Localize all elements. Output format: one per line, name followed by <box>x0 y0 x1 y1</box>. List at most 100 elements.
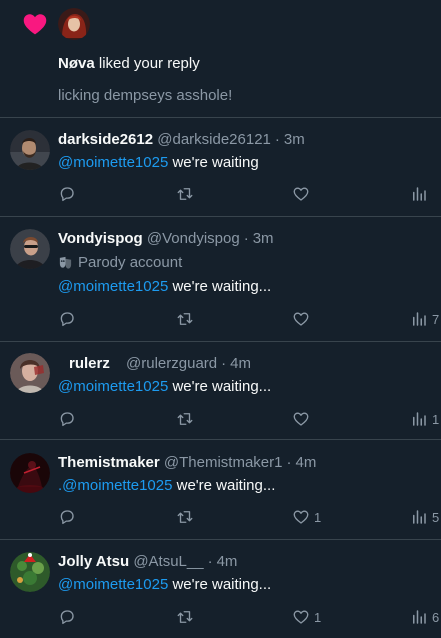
retweet-icon <box>177 313 193 325</box>
mention-link[interactable]: @moimette1025 <box>58 154 168 171</box>
tweet-actions: 1 6 <box>0 608 441 628</box>
avatar[interactable] <box>10 130 50 170</box>
handle[interactable]: @AtsuL__ <box>133 553 203 570</box>
view-count: 5 <box>432 509 440 525</box>
views-icon <box>413 312 426 326</box>
display-name[interactable]: darkside2612 <box>58 131 153 148</box>
tweet-actions: 1 <box>0 410 441 430</box>
tweet-text: @moimette1025 we're waiting... <box>58 378 271 395</box>
avatar[interactable] <box>10 353 50 393</box>
tweet-text: @moimette1025 we're waiting... <box>58 278 271 295</box>
views-button[interactable] <box>410 185 432 203</box>
handle[interactable]: @Themistmaker1 <box>164 454 283 471</box>
tweet-body-text: we're waiting... <box>168 378 272 395</box>
handle[interactable]: @darkside26121 <box>157 131 271 148</box>
handle[interactable]: @rulerzguard <box>126 355 217 372</box>
like-notification[interactable]: Nøva liked your reply licking dempseys a… <box>0 0 441 118</box>
tweet-text: .@moimette1025 we're waiting... <box>58 477 275 494</box>
avatar[interactable] <box>10 229 50 269</box>
tweet-text: @moimette1025 we're waiting <box>58 154 259 171</box>
views-icon <box>413 187 426 201</box>
liker-avatar[interactable] <box>58 8 90 40</box>
view-count: 7 <box>432 311 440 327</box>
views-button[interactable]: 1 <box>410 410 439 428</box>
timestamp[interactable]: 3m <box>284 131 305 148</box>
tweet-header: Themistmaker @Themistmaker1 · 4m <box>58 454 316 471</box>
reply-icon <box>60 312 74 327</box>
liked-text: liked your reply <box>94 55 200 72</box>
display-name[interactable]: Jolly Atsu <box>58 553 129 570</box>
like-icon <box>293 312 309 326</box>
reply-icon <box>60 510 74 525</box>
reply-button[interactable] <box>58 185 76 203</box>
tweet[interactable]: Jolly Atsu @AtsuL__ · 4m @moimette1025 we'… <box>0 540 441 638</box>
like-icon <box>293 412 309 426</box>
tweet[interactable]: rulerz @rulerzguard · 4m @moimette1025 we'… <box>0 342 441 440</box>
reply-icon <box>60 412 74 427</box>
timestamp[interactable]: 4m <box>230 355 251 372</box>
display-name[interactable]: rulerz <box>69 355 110 372</box>
retweet-icon <box>177 511 193 523</box>
like-count: 1 <box>314 609 322 625</box>
like-button[interactable]: 1 <box>292 508 321 526</box>
retweet-button[interactable] <box>176 310 194 328</box>
tweet-body-text: we're waiting... <box>168 576 272 593</box>
retweet-icon <box>177 188 193 200</box>
timestamp[interactable]: 4m <box>217 553 238 570</box>
views-icon <box>413 610 426 624</box>
mention-link[interactable]: @moimette1025 <box>58 278 168 295</box>
parody-text: Parody account <box>78 254 183 271</box>
handle[interactable]: @Vondyispog <box>147 230 240 247</box>
liker-name[interactable]: Nøva <box>58 55 95 72</box>
like-button[interactable] <box>292 310 314 328</box>
display-name[interactable]: Vondyispog <box>58 230 143 247</box>
tweet[interactable]: darkside2612 @darkside26121 · 3m @moimette… <box>0 118 441 217</box>
retweet-button[interactable] <box>176 410 194 428</box>
retweet-button[interactable] <box>176 608 194 626</box>
retweet-button[interactable] <box>176 508 194 526</box>
like-button[interactable]: 1 <box>292 608 321 626</box>
avatar[interactable] <box>10 552 50 592</box>
tweet-header: rulerz @rulerzguard · 4m <box>58 355 251 372</box>
timestamp[interactable]: 3m <box>253 230 274 247</box>
reply-button[interactable] <box>58 608 76 626</box>
mention-link[interactable]: @moimette1025 <box>58 576 168 593</box>
mention-link[interactable]: @moimette1025 <box>62 477 172 494</box>
views-button[interactable]: 6 <box>410 608 439 626</box>
separator-dot: · <box>207 553 213 570</box>
tweet-actions: 1 5 <box>0 508 441 528</box>
notification-text: Nøva liked your reply <box>58 55 200 72</box>
like-count: 1 <box>314 509 322 525</box>
heart-icon <box>23 14 47 35</box>
like-button[interactable] <box>292 185 314 203</box>
reply-icon <box>60 187 74 202</box>
parody-mask-icon <box>59 256 72 269</box>
quoted-reply: licking dempseys asshole! <box>58 87 233 104</box>
separator-dot: · <box>286 454 292 471</box>
tweet-text: @moimette1025 we're waiting... <box>58 576 271 593</box>
retweet-icon <box>177 611 193 623</box>
view-count: 6 <box>432 609 440 625</box>
views-icon <box>413 510 426 524</box>
tweet-body-text: we're waiting <box>168 154 259 171</box>
timestamp[interactable]: 4m <box>295 454 316 471</box>
mention-link[interactable]: @moimette1025 <box>58 378 168 395</box>
avatar[interactable] <box>10 453 50 493</box>
retweet-button[interactable] <box>176 185 194 203</box>
tweet-actions <box>0 185 441 205</box>
like-icon <box>293 610 309 624</box>
display-name[interactable]: Themistmaker <box>58 454 160 471</box>
tweet[interactable]: Themistmaker @Themistmaker1 · 4m .@moimett… <box>0 440 441 540</box>
tweet-body-text: we're waiting... <box>172 477 276 494</box>
views-button[interactable]: 5 <box>410 508 439 526</box>
like-button[interactable] <box>292 410 314 428</box>
reply-button[interactable] <box>58 508 76 526</box>
reply-button[interactable] <box>58 410 76 428</box>
separator-dot: · <box>243 230 249 247</box>
reply-icon <box>60 610 74 625</box>
views-button[interactable]: 7 <box>410 310 439 328</box>
view-count: 1 <box>432 411 440 427</box>
views-icon <box>413 412 426 426</box>
reply-button[interactable] <box>58 310 76 328</box>
tweet[interactable]: Vondyispog @Vondyispog · 3m Parody account… <box>0 217 441 342</box>
